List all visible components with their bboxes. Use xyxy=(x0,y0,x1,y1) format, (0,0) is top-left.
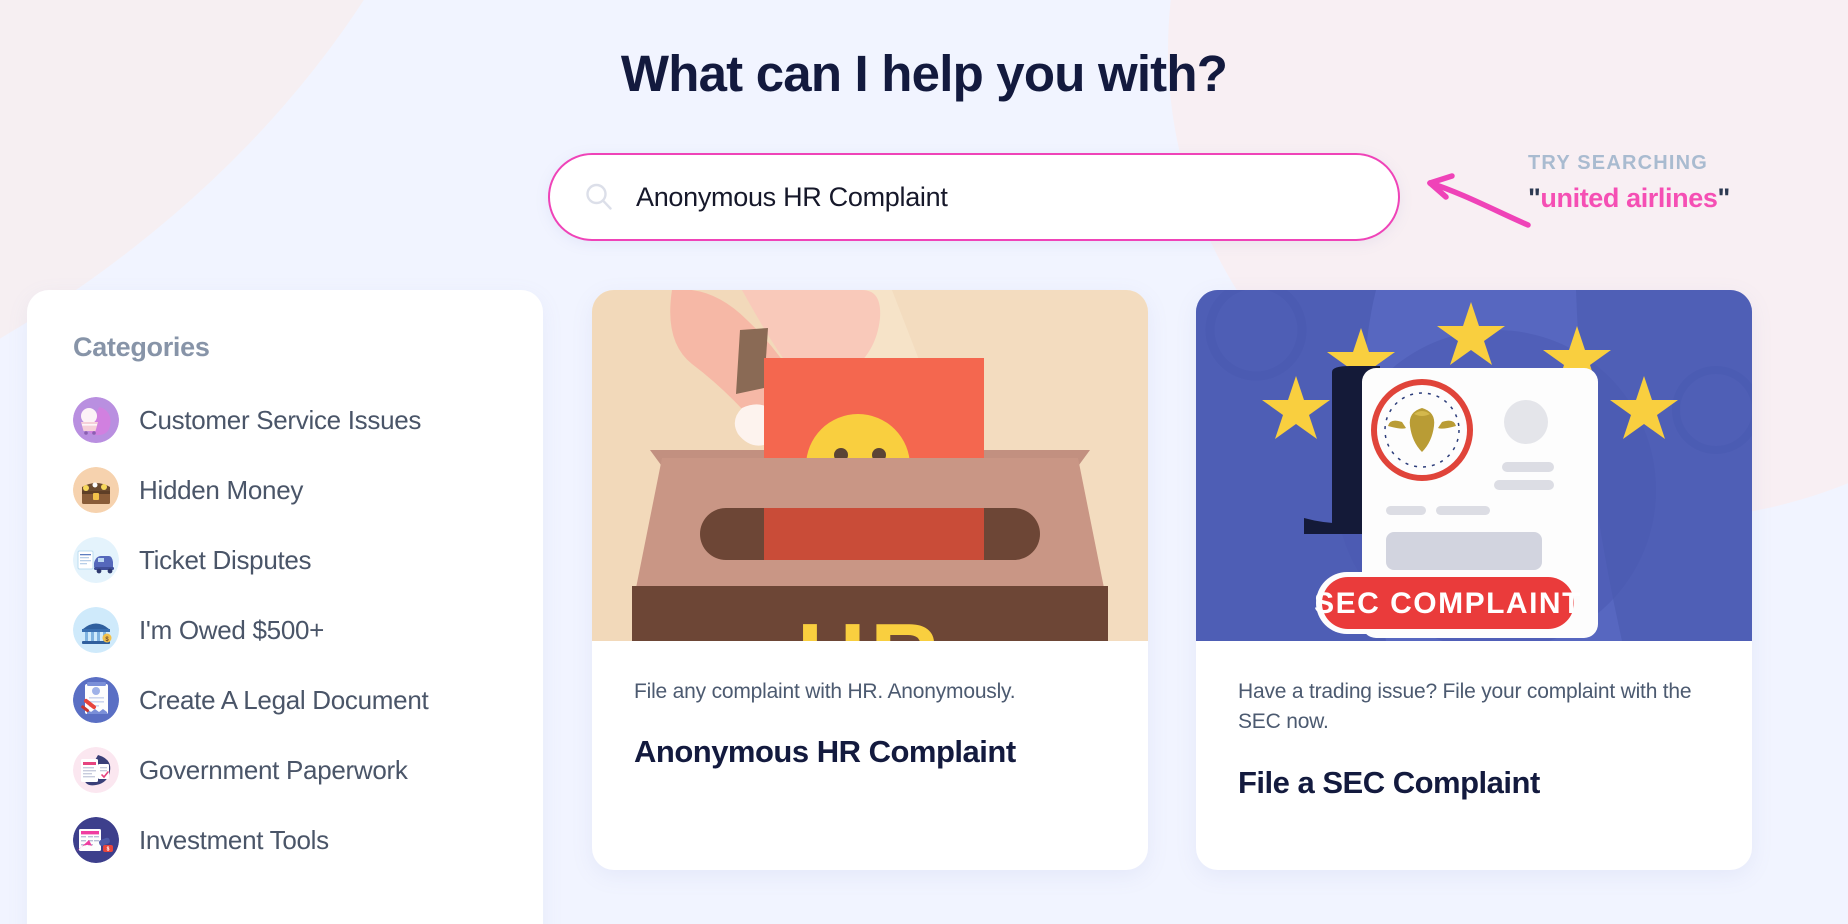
form-document-icon xyxy=(73,747,119,793)
svg-text:$: $ xyxy=(107,847,110,853)
sidebar-item-label: Ticket Disputes xyxy=(139,544,312,575)
search-icon xyxy=(584,182,614,212)
page-title: What can I help you with? xyxy=(620,45,1228,102)
result-card-title: File a SEC Complaint xyxy=(1238,764,1540,800)
sidebar-item-government-paperwork[interactable]: Government Paperwork xyxy=(73,735,543,805)
hr-ballot-box-illustration: HR xyxy=(592,290,1148,641)
treasure-chest-icon xyxy=(73,467,119,513)
sidebar-item-customer-service-issues[interactable]: Customer Service Issues xyxy=(73,385,543,455)
sidebar-item-label: Investment Tools xyxy=(139,824,329,855)
quote-close: " xyxy=(1717,183,1730,213)
search-input-value: Anonymous HR Complaint xyxy=(636,181,948,212)
result-card-subtitle: Have a trading issue? File your complain… xyxy=(1238,680,1692,734)
sidebar-item-im-owed-500[interactable]: $ I'm Owed $500+ xyxy=(73,595,543,665)
page-root: What can I help you with? Anonymous HR C… xyxy=(0,0,1848,924)
categories-panel: Categories Customer Service Issues Hidde… xyxy=(27,290,543,924)
categories-list: Customer Service Issues Hidden Money Tic… xyxy=(73,385,543,875)
search-area: Anonymous HR Complaint xyxy=(548,153,1400,241)
courthouse-icon: $ xyxy=(73,607,119,653)
sidebar-item-investment-tools[interactable]: $ Investment Tools xyxy=(73,805,543,875)
result-card-title: Anonymous HR Complaint xyxy=(634,734,1016,770)
sidebar-item-label: Government Paperwork xyxy=(139,754,408,785)
card-body: File any complaint with HR. Anonymously.… xyxy=(592,641,1148,771)
quote-open: " xyxy=(1528,183,1541,213)
sidebar-item-label: Hidden Money xyxy=(139,474,304,505)
result-card-file-a-sec-complaint[interactable]: SEC COMPLAINT Have a trading issue? File… xyxy=(1196,290,1752,870)
try-searching-label: TRY SEARCHING xyxy=(1528,152,1709,174)
sidebar-item-label: Customer Service Issues xyxy=(139,404,422,435)
sidebar-item-label: Create A Legal Document xyxy=(139,684,429,715)
card-body: Have a trading issue? File your complain… xyxy=(1196,641,1752,802)
try-searching-hint: TRY SEARCHING "united airlines" xyxy=(1528,152,1828,214)
try-searching-arrow-icon xyxy=(1404,163,1534,235)
sidebar-item-create-a-legal-document[interactable]: Create A Legal Document xyxy=(73,665,543,735)
result-card-anonymous-hr-complaint[interactable]: HR File any complaint with HR. Anonymous… xyxy=(592,290,1148,870)
cart-icon xyxy=(73,397,119,443)
svg-text:SEC COMPLAINT: SEC COMPLAINT xyxy=(1314,587,1582,620)
investment-chart-icon: $ xyxy=(73,817,119,863)
sidebar-item-hidden-money[interactable]: Hidden Money xyxy=(73,455,543,525)
search-input[interactable]: Anonymous HR Complaint xyxy=(548,153,1400,241)
sec-complaint-document-illustration: SEC COMPLAINT xyxy=(1196,290,1752,641)
sidebar-item-ticket-disputes[interactable]: Ticket Disputes xyxy=(73,525,543,595)
svg-text:HR: HR xyxy=(797,604,944,641)
parking-ticket-icon xyxy=(73,537,119,583)
categories-title: Categories xyxy=(73,332,210,362)
try-searching-term-text: united airlines xyxy=(1540,183,1718,213)
try-searching-term[interactable]: "united airlines" xyxy=(1528,183,1828,214)
result-card-subtitle: File any complaint with HR. Anonymously. xyxy=(634,680,1016,703)
gavel-document-icon xyxy=(73,677,119,723)
sidebar-item-label: I'm Owed $500+ xyxy=(139,614,325,645)
